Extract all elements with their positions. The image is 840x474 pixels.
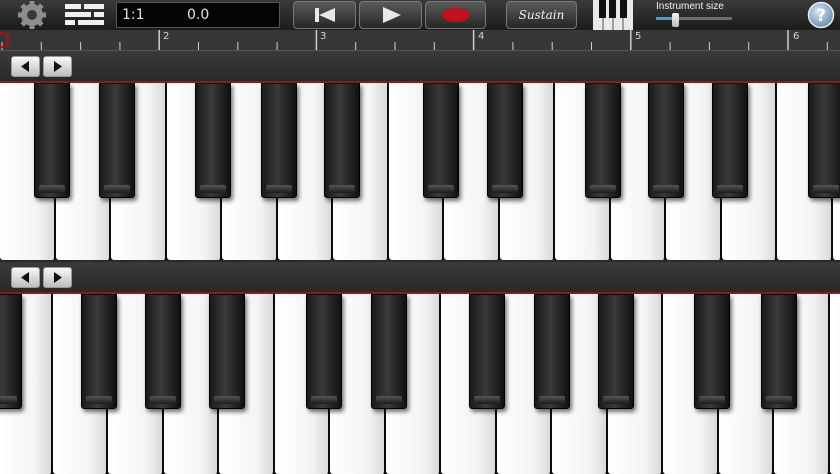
black-key[interactable]	[306, 294, 342, 409]
black-key[interactable]	[487, 83, 523, 198]
tracks-icon[interactable]	[64, 2, 106, 28]
black-key[interactable]	[0, 294, 22, 409]
toolbar: 1:1 0.0 Sustain Instrument size ?	[0, 0, 840, 30]
upper-scroll-right-button[interactable]	[43, 56, 72, 77]
play-button[interactable]	[359, 1, 422, 29]
arrow-left-icon	[21, 272, 29, 283]
instrument-size-slider[interactable]	[656, 17, 732, 20]
upper-scroll-left-button[interactable]	[11, 56, 40, 77]
lower-scroll-right-button[interactable]	[43, 267, 72, 288]
lower-keyboard[interactable]	[0, 292, 840, 474]
instrument-size-label: Instrument size	[656, 1, 724, 12]
measure-number: 4	[478, 31, 485, 42]
piano-keys-icon[interactable]	[593, 0, 633, 30]
black-key[interactable]	[648, 83, 684, 198]
measure-number: 3	[320, 31, 327, 42]
position-display: 1:1 0.0	[116, 2, 280, 28]
black-key[interactable]	[598, 294, 634, 409]
playhead-marker[interactable]	[0, 32, 9, 48]
black-key[interactable]	[469, 294, 505, 409]
measure-number: 5	[635, 31, 642, 42]
svg-text:?: ?	[816, 6, 826, 26]
arrow-right-icon	[54, 61, 62, 72]
arrow-left-icon	[21, 61, 29, 72]
measure-number: 2	[163, 31, 170, 42]
time-readout: 0.0	[187, 7, 210, 23]
position-readout: 1:1	[122, 7, 145, 23]
black-key[interactable]	[81, 294, 117, 409]
sustain-button[interactable]: Sustain	[506, 1, 577, 29]
play-icon	[382, 7, 401, 23]
black-key[interactable]	[209, 294, 245, 409]
black-key[interactable]	[585, 83, 621, 198]
measure-number: 6	[793, 31, 800, 42]
ruler-ticks	[1, 30, 828, 50]
black-key[interactable]	[34, 83, 70, 198]
black-key[interactable]	[324, 83, 360, 198]
upper-keyboard[interactable]	[0, 81, 840, 260]
lower-scroll-left-button[interactable]	[11, 267, 40, 288]
instrument-size-thumb[interactable]	[672, 13, 679, 27]
record-button[interactable]	[425, 1, 486, 29]
black-key[interactable]	[761, 294, 797, 409]
black-key[interactable]	[808, 83, 840, 198]
black-key[interactable]	[261, 83, 297, 198]
lower-keyboard-bar	[0, 262, 840, 292]
black-key[interactable]	[712, 83, 748, 198]
black-key[interactable]	[371, 294, 407, 409]
black-key[interactable]	[195, 83, 231, 198]
black-key[interactable]	[99, 83, 135, 198]
black-key[interactable]	[145, 294, 181, 409]
black-key[interactable]	[694, 294, 730, 409]
timeline-ruler[interactable]: 2 3 4 5 6	[0, 30, 840, 51]
black-key[interactable]	[534, 294, 570, 409]
black-key[interactable]	[423, 83, 459, 198]
upper-keyboard-bar	[0, 51, 840, 81]
skip-back-icon	[314, 8, 335, 22]
arrow-right-icon	[54, 272, 62, 283]
gear-icon[interactable]	[12, 1, 52, 29]
rewind-button[interactable]	[293, 1, 356, 29]
record-icon	[441, 8, 470, 22]
help-icon[interactable]: ?	[806, 1, 836, 29]
white-key[interactable]	[830, 294, 840, 474]
